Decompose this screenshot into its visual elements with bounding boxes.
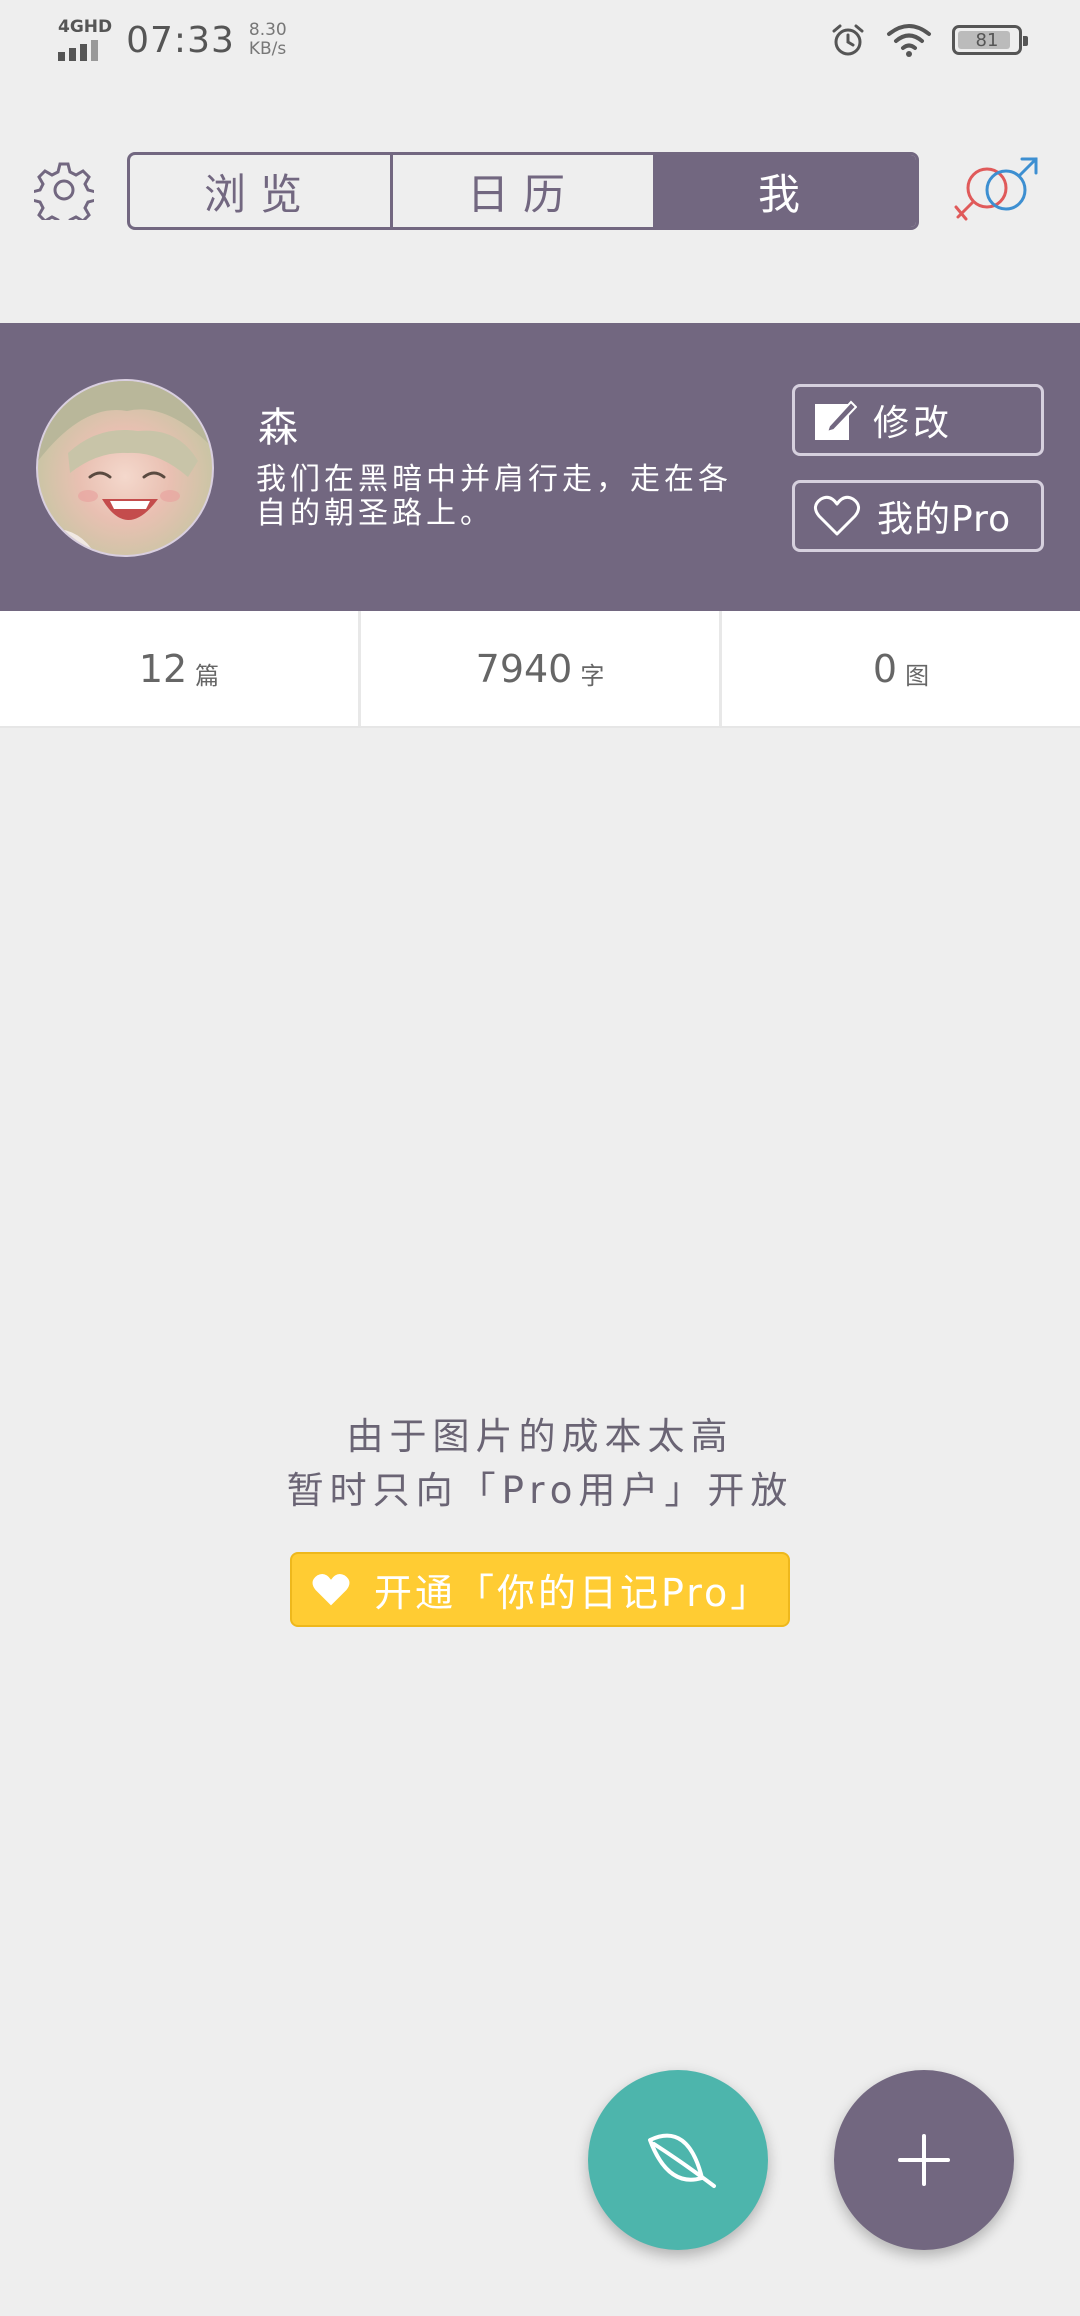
notice-line-1: 由于图片的成本太高 [346,1415,734,1458]
stats-bar: 12 篇 7940 字 0 图 [0,611,1080,728]
tab-calendar[interactable]: 日历 [390,155,653,227]
battery-level: 81 [975,29,999,51]
stat-entries-value: 12 [138,646,188,691]
stat-words-value: 7940 [475,646,573,691]
heart-outline-icon [814,495,860,536]
gender-switch-icon[interactable] [952,155,1044,225]
view-tabs: 浏览 日历 我 [127,152,919,230]
open-pro-label: 开通「你的日记Pro」 [374,1571,772,1615]
status-left: 4GHD 07:33 8.30 KB/s [58,19,287,61]
edit-icon [815,400,857,440]
stat-entries: 12 篇 [0,611,358,726]
leaf-fab-button[interactable] [588,2070,768,2250]
network-speed: 8.30 KB/s [249,21,287,59]
speed-unit: KB/s [248,39,287,59]
signal-indicator: 4GHD [58,19,112,61]
tab-browse[interactable]: 浏览 [130,155,390,227]
battery-icon: 81 [952,25,1028,55]
leaf-icon [648,2133,716,2188]
profile-card: 森 我们在黑暗中并肩行走，走在各自的朝圣路上。 修改 我的Pro [0,323,1080,611]
plus-icon [898,2134,950,2186]
open-pro-button[interactable]: 开通「你的日记Pro」 [290,1552,790,1627]
avatar[interactable] [36,379,214,557]
heart-filled-icon [312,1573,350,1605]
status-right: 81 [830,22,1028,58]
my-pro-label: 我的Pro [877,499,1012,540]
my-pro-button[interactable]: 我的Pro [792,480,1044,552]
signal-bars-icon [58,40,98,61]
avatar-illustration [38,381,212,555]
status-bar: 4GHD 07:33 8.30 KB/s 81 [0,0,1080,80]
speed-value: 8.30 [248,20,287,40]
edit-profile-label: 修改 [873,403,954,444]
add-entry-button[interactable] [834,2070,1014,2250]
stat-entries-unit: 篇 [195,662,220,690]
pro-notice: 由于图片的成本太高 暂时只向「Pro用户」开放 [0,1410,1080,1518]
network-type: 4GHD [58,17,113,37]
alarm-icon [832,24,864,56]
top-bar: 浏览 日历 我 [0,150,1080,230]
tab-me[interactable]: 我 [653,155,916,227]
wifi-icon [887,24,931,57]
stat-images-value: 0 [872,646,898,691]
profile-name: 森 [258,405,298,451]
stat-words-unit: 字 [580,662,605,690]
profile-bio: 我们在黑暗中并肩行走，走在各自的朝圣路上。 [256,462,732,531]
notice-line-2: 暂时只向「Pro用户」开放 [286,1469,794,1512]
edit-profile-button[interactable]: 修改 [792,384,1044,456]
stat-images-unit: 图 [905,662,930,690]
stat-words: 7940 字 [358,611,719,726]
clock: 07:33 [126,19,235,61]
stat-images: 0 图 [719,611,1080,726]
settings-gear-icon[interactable] [34,160,94,220]
